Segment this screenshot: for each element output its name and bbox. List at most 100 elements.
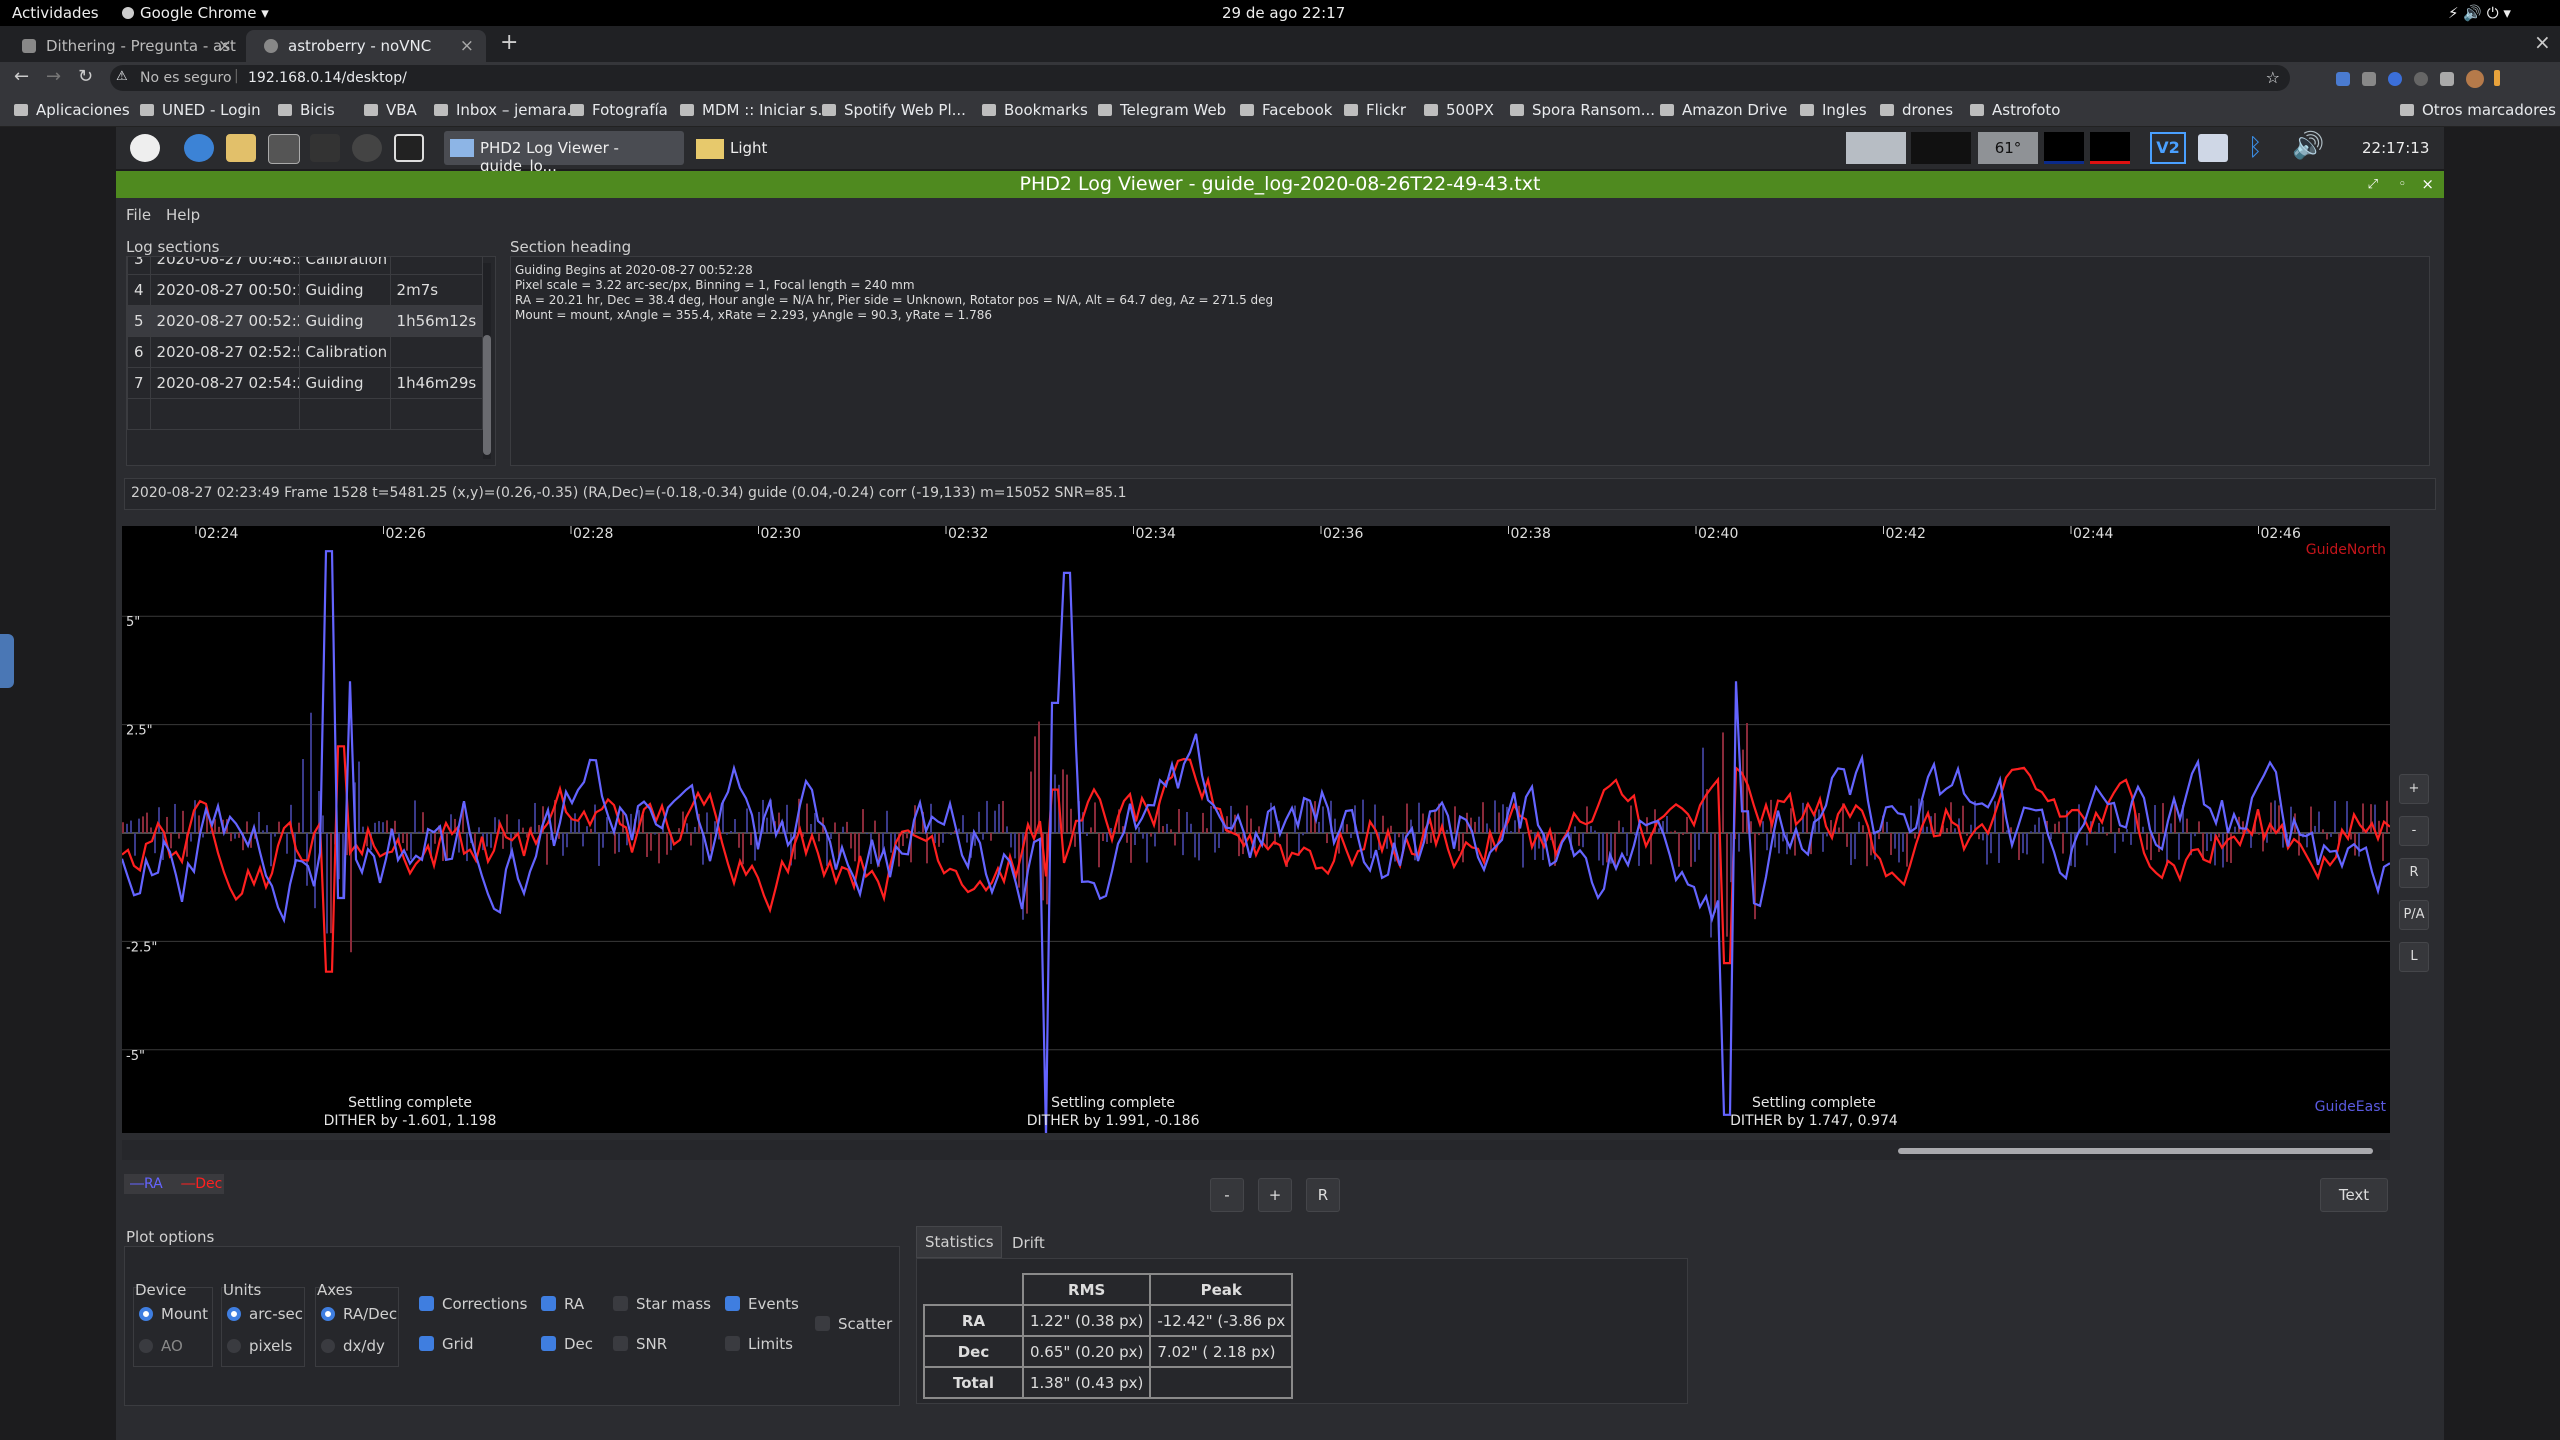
bookmark-item[interactable]: Bookmarks [982, 101, 1088, 119]
menu-help[interactable]: Help [166, 206, 200, 224]
text-button[interactable]: Text [2320, 1178, 2388, 1212]
file-manager-icon[interactable] [226, 134, 256, 162]
bookmark-item[interactable]: MDM :: Iniciar s... [680, 101, 832, 119]
bookmark-star-icon[interactable]: ☆ [2266, 68, 2280, 87]
vnc-icon[interactable]: V2 [2150, 132, 2186, 164]
snr-checkbox[interactable]: SNR [613, 1335, 667, 1353]
tab-novnc[interactable]: astroberry - noVNC × [246, 30, 486, 62]
reload-icon[interactable]: ↻ [78, 66, 93, 87]
url-text[interactable]: 192.168.0.14/desktop/ [248, 70, 407, 86]
correction-bar [1038, 721, 1040, 833]
bookmark-item[interactable]: Bicis [278, 101, 335, 119]
extension-icons[interactable] [2336, 70, 2546, 88]
graph-l-button[interactable]: L [2399, 942, 2429, 972]
axes-dxdy-radio[interactable]: dx/dy [321, 1337, 385, 1355]
bookmark-item[interactable]: Fotografía [570, 101, 668, 119]
graph-zoom-in-button[interactable]: + [2399, 774, 2429, 804]
bookmark-item[interactable]: Telegram Web [1098, 101, 1226, 119]
correction-bar [958, 828, 960, 833]
graph-pa-button[interactable]: P/A [2399, 900, 2429, 930]
omnibox[interactable]: ⚠ No es seguro | 192.168.0.14/desktop/ ☆ [110, 65, 2290, 91]
events-checkbox[interactable]: Events [725, 1295, 799, 1313]
grid-checkbox[interactable]: Grid [419, 1335, 473, 1353]
zoom-reset-button[interactable]: R [1306, 1178, 1340, 1212]
activities-button[interactable]: Actividades [12, 4, 99, 22]
window-title-bar[interactable]: PHD2 Log Viewer - guide_log-2020-08-26T2… [116, 171, 2444, 198]
table-row[interactable]: 4 2020-08-27 00:50:1 Guiding 2m7s [127, 274, 484, 306]
bookmark-item[interactable]: Flickr [1344, 101, 1406, 119]
scatter-checkbox[interactable]: Scatter [815, 1315, 892, 1333]
zoom-out-button[interactable]: - [1210, 1178, 1244, 1212]
telescope-icon[interactable] [310, 134, 340, 162]
new-tab-icon[interactable]: + [500, 30, 518, 55]
bookmark-item[interactable]: Spotify Web Pl... [822, 101, 966, 119]
bookmark-item[interactable]: Inbox – jemara... [434, 101, 581, 119]
volume-icon[interactable]: 🔊 [2292, 131, 2324, 161]
window-icon[interactable] [394, 134, 424, 162]
forward-icon[interactable]: → [46, 66, 61, 87]
graph-hscrollbar[interactable] [122, 1140, 2390, 1160]
limits-checkbox[interactable]: Limits [725, 1335, 793, 1353]
units-pixels-radio[interactable]: pixels [227, 1337, 292, 1355]
bluetooth-icon[interactable]: ᛒ [2248, 133, 2262, 161]
kstars-icon[interactable] [352, 134, 382, 162]
zoom-in-button[interactable]: + [1258, 1178, 1292, 1212]
novnc-sidebar-handle[interactable] [0, 634, 14, 688]
bookmark-item[interactable]: UNED - Login [140, 101, 261, 119]
graph-hscrollbar-thumb[interactable] [1898, 1148, 2373, 1154]
back-icon[interactable]: ← [14, 66, 29, 87]
bookmark-item[interactable]: Aplicaciones [14, 101, 130, 119]
workspace-pager[interactable] [1846, 132, 1906, 164]
tab-drift[interactable]: Drift [1002, 1226, 1062, 1258]
taskbar-phd2-log-viewer[interactable]: PHD2 Log Viewer - guide_lo... [444, 131, 684, 175]
ra-checkbox[interactable]: RA [541, 1295, 584, 1313]
log-sections-table[interactable]: 3 2020-08-27 00:48:5 Calibration 4 2020-08-2… [127, 257, 484, 430]
dec-checkbox[interactable]: Dec [541, 1335, 593, 1353]
star-mass-checkbox[interactable]: Star mass [613, 1295, 711, 1313]
close-icon[interactable]: × [2421, 171, 2434, 198]
sections-scrollbar-track[interactable] [483, 263, 491, 459]
close-tab-icon[interactable]: × [460, 36, 474, 56]
tab-dithering[interactable]: Dithering - Pregunta - ast × [4, 30, 244, 62]
device-ao-radio[interactable]: AO [139, 1337, 183, 1355]
browser-icon[interactable] [184, 134, 214, 162]
table-row[interactable]: 3 2020-08-27 00:48:5 Calibration [127, 257, 484, 275]
table-row[interactable]: 6 2020-08-27 02:52:5 Calibration [127, 336, 484, 368]
guide-graph[interactable]: 02:24 02:26 02:28 02:30 02:32 02:34 02:36 02:38… [122, 526, 2390, 1133]
graph-reset-button[interactable]: R [2399, 858, 2429, 888]
bookmark-item[interactable]: drones [1880, 101, 1953, 119]
network-icon[interactable] [2198, 134, 2228, 162]
correction-bar [1182, 833, 1184, 856]
bookmark-item[interactable]: Astrofoto [1970, 101, 2061, 119]
app-menu[interactable]: Google Chrome ▾ [122, 4, 269, 22]
units-arcsec-radio[interactable]: arc-sec [227, 1305, 303, 1323]
system-tray-icons[interactable]: ⚡ 🔊 ⏻ ▾ [2448, 4, 2511, 22]
maximize-icon[interactable]: ◦ [2398, 171, 2406, 198]
bookmark-item[interactable]: Ingles [1800, 101, 1867, 119]
corrections-checkbox[interactable]: Corrections [419, 1295, 527, 1313]
other-bookmarks[interactable]: Otros marcadores [2400, 101, 2556, 119]
tab-statistics[interactable]: Statistics [916, 1226, 1002, 1258]
taskbar-light[interactable]: Light [690, 131, 810, 165]
close-tab-icon[interactable]: × [218, 36, 232, 56]
table-row[interactable]: 5 2020-08-27 00:52:2 Guiding 1h56m12s [127, 305, 484, 337]
raspberry-menu-icon[interactable] [130, 134, 160, 162]
bookmark-item[interactable]: Facebook [1240, 101, 1332, 119]
device-mount-radio[interactable]: Mount [139, 1305, 208, 1323]
bookmark-item[interactable]: 500PX [1424, 101, 1494, 119]
axes-radec-radio[interactable]: RA/Dec [321, 1305, 397, 1323]
sections-scrollbar-thumb[interactable] [483, 335, 491, 455]
bookmark-folder-icon [14, 104, 28, 116]
table-row[interactable]: 7 2020-08-27 02:54:2 Guiding 1h46m29s [127, 367, 484, 399]
graph-zoom-out-button[interactable]: - [2399, 816, 2429, 846]
table-row[interactable] [127, 398, 484, 430]
bookmark-item[interactable]: Amazon Drive [1660, 101, 1787, 119]
terminal-icon[interactable] [268, 134, 300, 164]
menu-file[interactable]: File [126, 206, 151, 224]
log-sections-list[interactable]: 3 2020-08-27 00:48:5 Calibration 4 2020-08-2… [126, 256, 496, 466]
bookmark-item[interactable]: Spora Ransom... [1510, 101, 1655, 119]
bookmark-item[interactable]: VBA [364, 101, 417, 119]
close-window-icon[interactable]: × [2534, 30, 2551, 54]
gnome-clock[interactable]: 29 de ago 22:17 [1222, 4, 1345, 22]
minimize-icon[interactable]: ⤢ [2368, 171, 2378, 198]
